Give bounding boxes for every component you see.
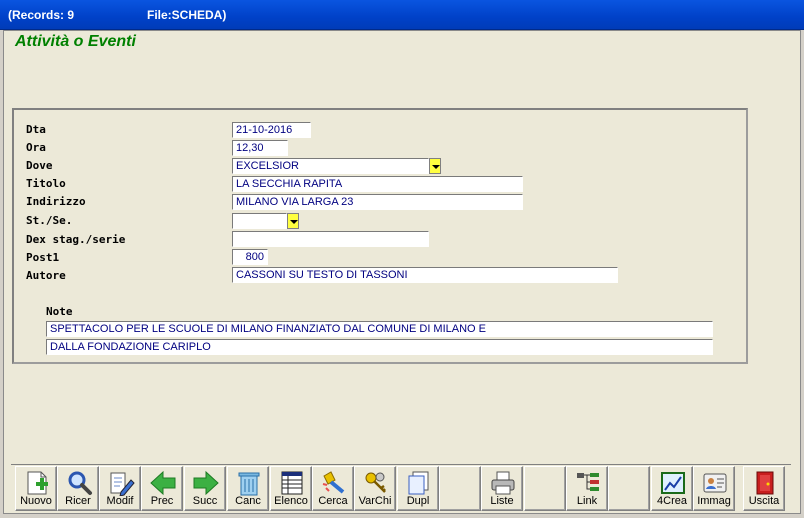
note-line-2[interactable]: DALLA FONDAZIONE CARIPLO (46, 339, 713, 355)
dupl-button[interactable]: Dupl (397, 466, 439, 511)
exit-door-icon (756, 471, 774, 495)
prec-label: Prec (150, 495, 174, 507)
autore-label: Autore (26, 269, 66, 282)
ricer-button[interactable]: Ricer (57, 466, 99, 511)
dove-label: Dove (26, 159, 53, 172)
liste-button[interactable]: Liste (481, 466, 523, 511)
title-bar: (Records: 9 File:SCHEDA) (0, 0, 804, 30)
canc-label: Canc (235, 495, 261, 507)
note-line-1[interactable]: SPETTACOLO PER LE SCUOLE DI MILANO FINAN… (46, 321, 713, 337)
dove-field[interactable]: EXCELSIOR (232, 158, 429, 174)
dove-dropdown-arrow-icon[interactable] (429, 158, 441, 174)
printer-icon (491, 471, 515, 495)
indirizzo-label: Indirizzo (26, 195, 86, 208)
nuovo-button[interactable]: Nuovo (15, 466, 57, 511)
crea-label: 4Crea (657, 495, 687, 507)
modif-button[interactable]: Modif (99, 466, 141, 511)
flashlight-icon (322, 471, 345, 494)
uscita-button[interactable]: Uscita (743, 466, 785, 511)
note-label: Note (46, 305, 73, 318)
dex-label: Dex stag./serie (26, 233, 126, 246)
uscita-label: Uscita (748, 495, 780, 507)
link-label: Link (576, 495, 598, 507)
st-se-label: St./Se. (26, 214, 73, 227)
nuovo-label: Nuovo (20, 495, 52, 507)
prec-button[interactable]: Prec (141, 466, 183, 511)
titolo-label: Titolo (26, 177, 66, 190)
edit-document-icon (110, 472, 135, 496)
autore-field[interactable]: CASSONI SU TESTO DI TASSONI (232, 267, 618, 283)
table-list-icon (281, 471, 303, 495)
canc-button[interactable]: Canc (227, 466, 269, 511)
page-title: Attività o Eventi (15, 33, 136, 50)
arrow-right-icon (193, 470, 219, 496)
st-se-field[interactable] (232, 213, 287, 229)
dex-field[interactable] (232, 231, 429, 247)
dupl-label: Dupl (406, 495, 430, 507)
magnifier-icon (68, 471, 92, 495)
ora-label: Ora (26, 141, 46, 154)
post1-field[interactable]: 800 (232, 249, 268, 265)
dta-label: Dta (26, 123, 46, 136)
varchi-button[interactable]: VarChi (354, 466, 396, 511)
link-tree-icon (577, 473, 599, 491)
modif-label: Modif (106, 495, 134, 507)
cerca-button[interactable]: Cerca (312, 466, 354, 511)
ricer-label: Ricer (65, 495, 91, 507)
create-chart-icon (661, 472, 685, 494)
immag-button[interactable]: Immag (693, 466, 735, 511)
immag-label: Immag (697, 495, 731, 507)
file-name: File:SCHEDA) (147, 8, 227, 22)
duplicate-icon (408, 471, 429, 495)
elenco-button[interactable]: Elenco (270, 466, 312, 511)
new-document-icon (27, 471, 48, 495)
empty-button-2[interactable] (524, 466, 566, 511)
succ-label: Succ (192, 495, 218, 507)
keys-icon (365, 472, 386, 493)
liste-label: Liste (490, 495, 514, 507)
trash-icon (238, 472, 260, 496)
crea-button[interactable]: 4Crea (651, 466, 693, 511)
empty-button-3[interactable] (608, 466, 650, 511)
indirizzo-field[interactable]: MILANO VIA LARGA 23 (232, 194, 523, 210)
link-button[interactable]: Link (566, 466, 608, 511)
ora-field[interactable]: 12,30 (232, 140, 288, 156)
elenco-label: Elenco (274, 495, 308, 507)
id-card-icon (703, 473, 727, 493)
arrow-left-icon (150, 470, 176, 496)
titolo-field[interactable]: LA SECCHIA RAPITA (232, 176, 523, 192)
post1-label: Post1 (26, 251, 60, 264)
empty-button-1[interactable] (439, 466, 481, 511)
dta-field[interactable]: 21-10-2016 (232, 122, 311, 138)
cerca-label: Cerca (318, 495, 348, 507)
succ-button[interactable]: Succ (184, 466, 226, 511)
st-se-dropdown-arrow-icon[interactable] (287, 213, 299, 229)
records-count: (Records: 9 (8, 8, 75, 22)
varchi-label: VarChi (358, 495, 392, 507)
